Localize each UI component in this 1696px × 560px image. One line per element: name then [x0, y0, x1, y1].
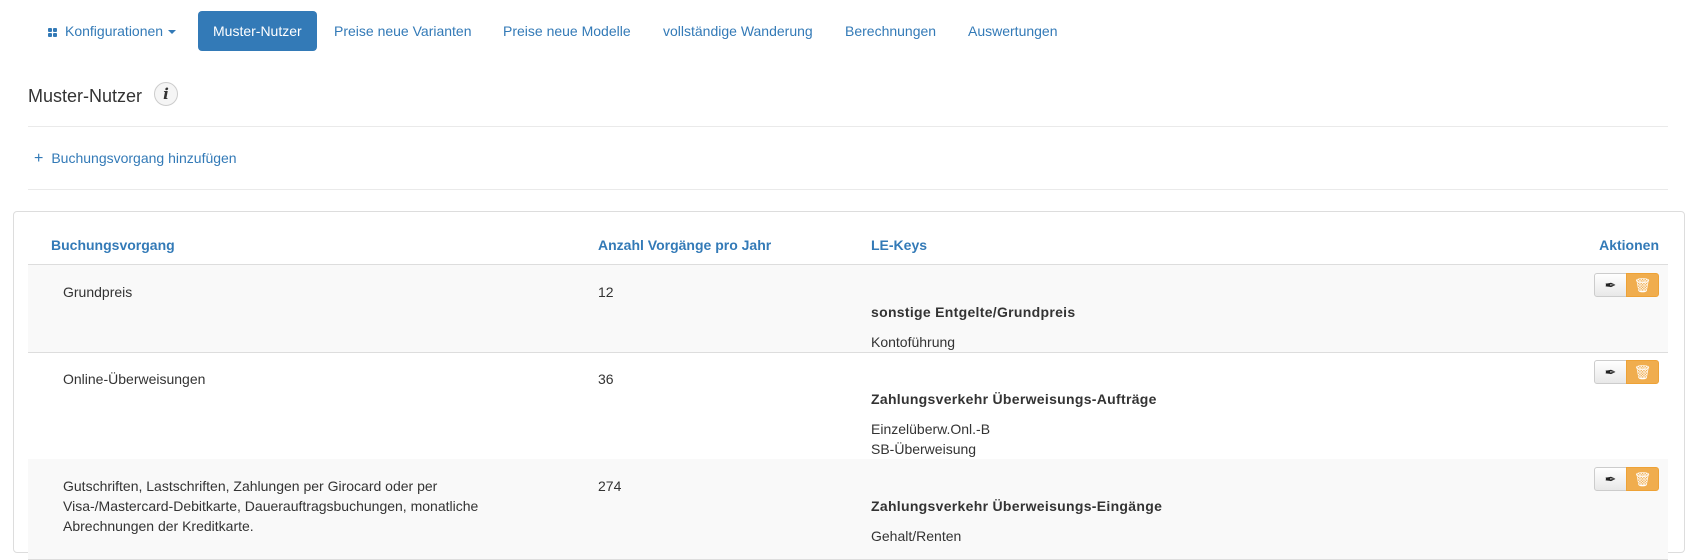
column-header-le-keys[interactable]: LE-Keys	[871, 236, 927, 254]
row-actions: ✒ 🗑	[1594, 467, 1659, 491]
row-anzahl: 274	[598, 478, 622, 494]
tab-vollstaendige-wanderung[interactable]: vollständige Wanderung	[663, 11, 813, 51]
plus-icon: +	[34, 150, 44, 167]
quill-icon: ✒	[1604, 277, 1617, 293]
le-key: Gehalt/Renten	[871, 528, 962, 544]
column-header-anzahl[interactable]: Anzahl Vorgänge pro Jahr	[598, 236, 771, 254]
quill-icon: ✒	[1604, 364, 1617, 380]
buchungsvorgaenge-table: Buchungsvorgang Anzahl Vorgänge pro Jahr…	[13, 211, 1685, 560]
row-buchungsvorgang-line: Abrechnungen der Kreditkarte.	[63, 518, 254, 534]
page-title: Muster-Nutzer	[28, 86, 143, 106]
config-dropdown-label: Konfigurationen	[65, 23, 164, 39]
delete-button[interactable]: 🗑	[1626, 360, 1659, 384]
trash-icon: 🗑	[1633, 277, 1652, 293]
row-buchungsvorgang: Online-Überweisungen	[63, 371, 206, 387]
row-anzahl: 36	[598, 371, 614, 387]
edit-button[interactable]: ✒	[1594, 360, 1627, 384]
trash-icon: 🗑	[1633, 471, 1652, 487]
row-buchungsvorgang-line: Visa-/Mastercard-Debitkarte, Dauerauftra…	[63, 498, 479, 514]
quill-icon: ✒	[1604, 471, 1617, 487]
table-row: Online-Überweisungen 36 Zahlungsverkehr …	[28, 352, 1668, 460]
table-header: Buchungsvorgang Anzahl Vorgänge pro Jahr…	[28, 212, 1668, 266]
le-key-group: sonstige Entgelte/Grundpreis	[871, 304, 1076, 320]
tab-auswertungen[interactable]: Auswertungen	[968, 11, 1058, 51]
table-row: Gutschriften, Lastschriften, Zahlungen p…	[28, 459, 1668, 560]
tab-preise-neue-varianten[interactable]: Preise neue Varianten	[334, 11, 472, 51]
add-buchungsvorgang-label: Buchungsvorgang hinzufügen	[51, 150, 237, 166]
delete-button[interactable]: 🗑	[1626, 467, 1659, 491]
column-header-buchungsvorgang[interactable]: Buchungsvorgang	[51, 236, 175, 254]
divider	[28, 126, 1668, 127]
divider	[28, 189, 1668, 190]
le-key-group: Zahlungsverkehr Überweisungs-Aufträge	[871, 391, 1157, 407]
row-actions: ✒ 🗑	[1594, 273, 1659, 297]
row-anzahl: 12	[598, 284, 614, 300]
edit-button[interactable]: ✒	[1594, 467, 1627, 491]
row-buchungsvorgang: Gutschriften, Lastschriften, Zahlungen p…	[63, 476, 478, 536]
table-row: Grundpreis 12 sonstige Entgelte/Grundpre…	[28, 265, 1668, 353]
grid-icon	[48, 28, 57, 37]
row-buchungsvorgang: Grundpreis	[63, 284, 133, 300]
le-key-group: Zahlungsverkehr Überweisungs-Eingänge	[871, 498, 1163, 514]
info-icon[interactable]: i	[154, 82, 178, 106]
tab-muster-nutzer[interactable]: Muster-Nutzer	[198, 11, 317, 51]
le-key: Kontoführung	[871, 334, 956, 350]
trash-icon: 🗑	[1633, 364, 1652, 380]
caret-down-icon	[168, 30, 177, 34]
edit-button[interactable]: ✒	[1594, 273, 1627, 297]
row-actions: ✒ 🗑	[1594, 360, 1659, 384]
column-header-aktionen: Aktionen	[1599, 237, 1659, 253]
tab-preise-neue-modelle[interactable]: Preise neue Modelle	[503, 11, 631, 51]
tab-berechnungen[interactable]: Berechnungen	[845, 11, 936, 51]
top-nav: Konfigurationen Muster-Nutzer Preise neu…	[0, 0, 1696, 60]
config-dropdown[interactable]: Konfigurationen	[48, 11, 177, 51]
add-buchungsvorgang-link[interactable]: + Buchungsvorgang hinzufügen	[34, 149, 237, 168]
delete-button[interactable]: 🗑	[1626, 273, 1659, 297]
le-key: SB-Überweisung	[871, 441, 977, 457]
le-key: Einzelüberw.Onl.-B	[871, 421, 991, 437]
row-buchungsvorgang-line: Gutschriften, Lastschriften, Zahlungen p…	[63, 478, 438, 494]
